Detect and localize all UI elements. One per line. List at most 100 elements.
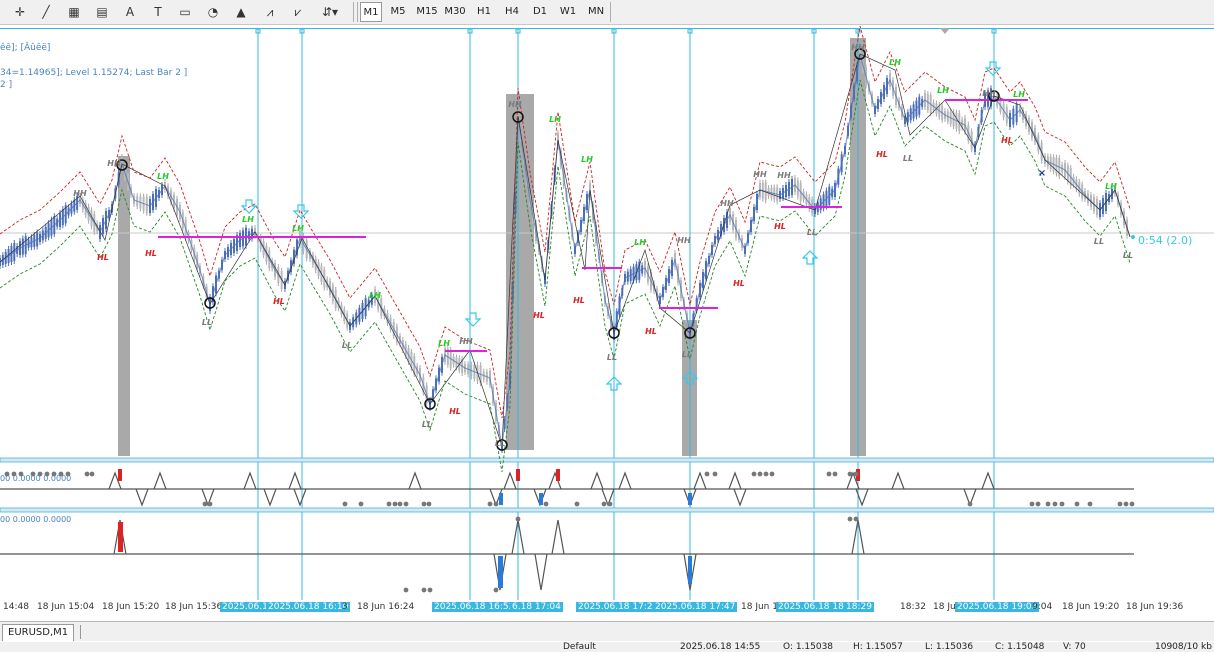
oscillator-spike-up bbox=[728, 471, 742, 490]
oscillator-spike-down bbox=[733, 488, 747, 507]
oscillator-dot bbox=[826, 471, 832, 477]
swing-label: HH bbox=[73, 189, 87, 198]
status-traffic: 10908/10 kb bbox=[1155, 642, 1212, 652]
oscillator-dot bbox=[607, 501, 613, 507]
fibonacci-icon[interactable]: ▦ bbox=[64, 3, 84, 21]
chart-canvas: HH HH LH LH LH HL HL HL LL LL LH LL LH HH HL LL HH LH LH HL… bbox=[0, 25, 1214, 600]
lower-envelope bbox=[0, 79, 1131, 473]
time-axis-label: 18:29 bbox=[844, 602, 874, 612]
indicator-info-line-3: 2 ] bbox=[0, 80, 13, 90]
oscillator-dot bbox=[1074, 501, 1080, 507]
oscillator-dot bbox=[1052, 501, 1058, 507]
timeframe-m5-button[interactable]: M5 bbox=[386, 2, 410, 22]
timeframe-mn-button[interactable]: MN bbox=[584, 2, 608, 22]
swing-label: HH bbox=[851, 43, 865, 52]
timeframe-d1-button[interactable]: D1 bbox=[528, 2, 552, 22]
time-axis-label: 18 Jun 15:20 bbox=[102, 602, 160, 612]
timeframe-m30-button[interactable]: M30 bbox=[442, 2, 468, 22]
oscillator-dot bbox=[84, 471, 90, 477]
oscillator-spike-up bbox=[693, 471, 707, 490]
oscillator-dot bbox=[421, 587, 427, 593]
time-axis-label: 18 Jun 15:36 bbox=[165, 602, 223, 612]
scroll-marker-icon bbox=[940, 28, 950, 34]
swing-label: HL bbox=[533, 311, 545, 320]
oscillator-dot bbox=[967, 501, 973, 507]
swing-label: HL bbox=[273, 297, 285, 306]
timeframe-w1-button[interactable]: W1 bbox=[556, 2, 580, 22]
swing-label: HL bbox=[573, 296, 585, 305]
rectangle-icon[interactable]: ▭ bbox=[175, 3, 195, 21]
line-icon[interactable]: ╱ bbox=[36, 3, 56, 21]
status-low: L: 1.15036 bbox=[925, 642, 974, 652]
oscillator-dot bbox=[392, 501, 398, 507]
tab-eurusd-m1[interactable]: EURUSD,M1 bbox=[2, 624, 75, 641]
indicator-info-line-1: êê]; [Âûêë] bbox=[0, 43, 51, 53]
up-arrow-icon bbox=[801, 250, 819, 265]
subwindow-separator bbox=[0, 457, 1214, 463]
oscillator-dot bbox=[1087, 501, 1093, 507]
grid-icon[interactable]: ▤ bbox=[92, 3, 112, 21]
oscillator-dot bbox=[601, 501, 607, 507]
ellipse-icon[interactable]: ◔ bbox=[203, 3, 223, 21]
swing-label: LL bbox=[495, 439, 505, 448]
swing-label: LH bbox=[1105, 182, 1117, 191]
oscillator-spike-down bbox=[135, 488, 149, 507]
oscillator-dot bbox=[853, 516, 859, 522]
time-axis-label: 18 Jun 16:24 bbox=[357, 602, 415, 612]
price-chart[interactable]: HH HH LH LH LH HL HL HL LL LL LH LL LH HH HL LL HH LH LH HL… bbox=[0, 25, 1214, 600]
oscillator-dot bbox=[207, 501, 213, 507]
fibo-fan-icon[interactable]: ⩘ bbox=[260, 3, 280, 21]
time-axis-label: 18 Jun 19:36 bbox=[1126, 602, 1184, 612]
swing-label: LL bbox=[342, 341, 352, 350]
swing-label: LH bbox=[634, 238, 646, 247]
timeframe-h4-button[interactable]: H4 bbox=[500, 2, 524, 22]
status-open: O: 1.15038 bbox=[783, 642, 834, 652]
swing-label: HH bbox=[753, 170, 767, 179]
oscillator-dot bbox=[386, 501, 392, 507]
subwindow-separator bbox=[0, 507, 1214, 513]
oscillator-spike-up bbox=[618, 471, 632, 490]
oscillator-dot bbox=[358, 501, 364, 507]
swing-label: HL bbox=[449, 407, 461, 416]
oscillator-dot bbox=[1029, 501, 1035, 507]
oscillator-dot bbox=[763, 471, 769, 477]
timeframe-m15-button[interactable]: M15 bbox=[414, 2, 440, 22]
swing-label: LL bbox=[422, 420, 432, 429]
oscillator-spike-up bbox=[288, 471, 302, 490]
swing-label: LH bbox=[581, 155, 593, 164]
swing-label: LL bbox=[807, 228, 817, 237]
swing-label: HH bbox=[107, 159, 121, 168]
swing-label: HL bbox=[645, 327, 657, 336]
oscillator-dot bbox=[543, 501, 549, 507]
toolbar-separator bbox=[353, 2, 354, 22]
oscillator-dot bbox=[403, 501, 409, 507]
swing-label: HH bbox=[982, 89, 996, 98]
swing-label: HL bbox=[733, 279, 745, 288]
toolbar: ✛ ╱ ▦ ▤ A T ▭ ◔ ▲ ⩘ ⩗ ⇵▾ M1 M5 M15 M30 H1 H4 D1 W1 MN bbox=[0, 0, 1214, 25]
oscillator-spike-down bbox=[293, 488, 307, 507]
oscillator-spike-up bbox=[243, 471, 257, 490]
crosshair-icon[interactable]: ✛ bbox=[10, 3, 30, 21]
fibo-arcs-icon[interactable]: ⩗ bbox=[288, 3, 308, 21]
timeframe-h1-button[interactable]: H1 bbox=[472, 2, 496, 22]
swing-label: LH bbox=[292, 224, 304, 233]
triangle-icon[interactable]: ▲ bbox=[231, 3, 251, 21]
upper-envelope bbox=[0, 25, 1131, 419]
time-axis-label: 18 Jun 19:20 bbox=[1062, 602, 1120, 612]
text-icon[interactable]: A bbox=[120, 3, 140, 21]
toolbar-separator bbox=[610, 2, 611, 22]
arrows-icon[interactable]: ⇵▾ bbox=[316, 3, 344, 21]
down-arrow-icon bbox=[464, 312, 482, 327]
oscillator-signal-bar bbox=[539, 493, 543, 505]
oscillator-dot bbox=[832, 471, 838, 477]
oscillator-dot bbox=[853, 471, 859, 477]
swing-label: HL bbox=[774, 222, 786, 231]
oscillator-dot bbox=[421, 501, 427, 507]
text-label-icon[interactable]: T bbox=[148, 3, 168, 21]
swing-label: HL bbox=[1001, 136, 1013, 145]
oscillator-dot bbox=[403, 587, 409, 593]
oscillator-spike-up bbox=[981, 471, 995, 490]
timeframe-m1-button[interactable]: M1 bbox=[360, 2, 382, 22]
swing-label: HH bbox=[720, 199, 734, 208]
oscillator-signal-bar bbox=[556, 469, 560, 481]
